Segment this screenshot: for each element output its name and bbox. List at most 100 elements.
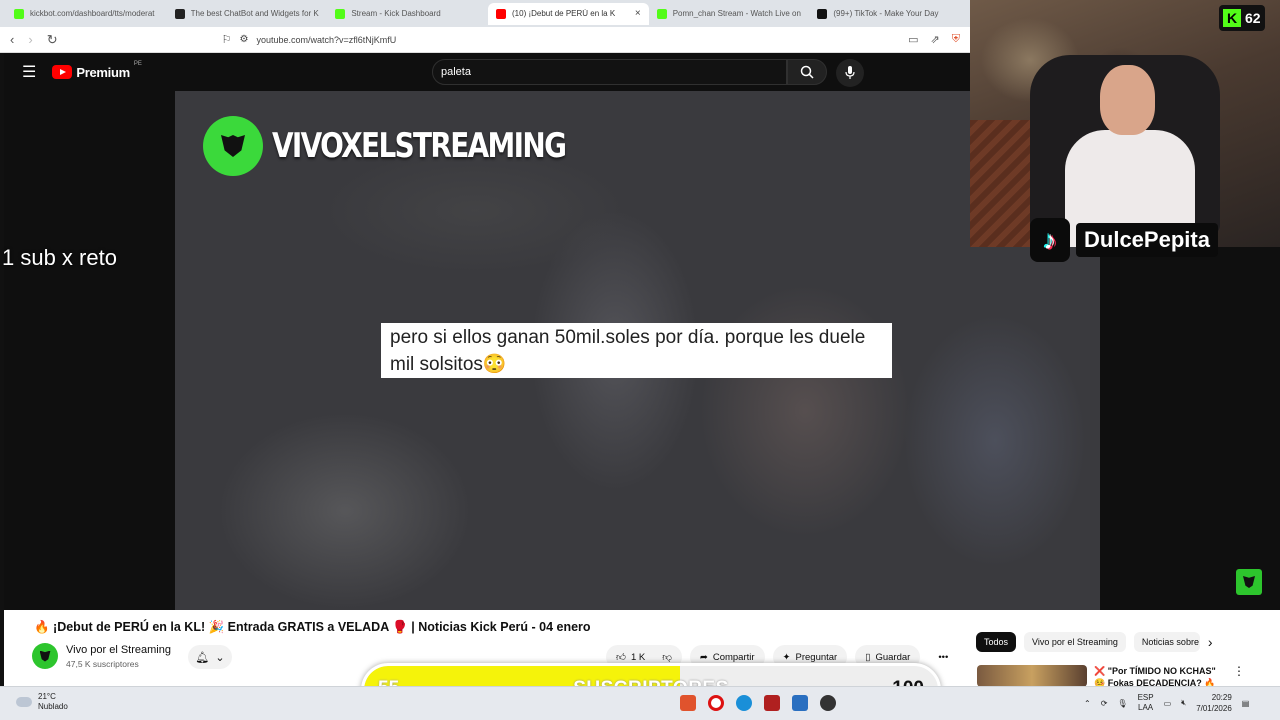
kick-icon	[335, 8, 346, 19]
search-input[interactable]: paleta	[432, 59, 787, 85]
menu-icon[interactable]: ☰	[22, 62, 36, 82]
tab-title: (10) ¡Debut de PERÚ en la K	[512, 9, 616, 18]
tab-title: Pomn_chan Stream - Watch Live on	[672, 9, 801, 18]
share-label: Compartir	[712, 651, 755, 663]
cloud-icon	[16, 697, 32, 707]
time: 20:29	[1211, 693, 1232, 702]
cast-icon[interactable]: ▭	[908, 33, 918, 46]
sparkle-icon: ✦	[782, 651, 791, 663]
tiktok-badge: ♪ DulcePepita	[1030, 218, 1218, 262]
chip-news[interactable]: Noticias sobre p	[1133, 632, 1200, 652]
notification-icon[interactable]: ▤	[1242, 699, 1250, 708]
video-title: 🔥 ¡Debut de PERÚ en la KL! 🎉 Entrada GRA…	[34, 620, 591, 634]
tiktok-username: DulcePepita	[1076, 223, 1218, 257]
browser-tab-active[interactable]: (10) ¡Debut de PERÚ en la K ×	[488, 2, 649, 25]
date: 7/01/2026	[1196, 704, 1232, 713]
microphone-icon[interactable]: 🎙︎	[1117, 699, 1127, 708]
sub-challenge-text: 1 sub x reto	[2, 245, 117, 270]
browser-tab[interactable]: The best ChatBot and Widgets for K	[167, 3, 328, 25]
tiktok-icon: ♪	[1030, 218, 1070, 262]
kick-logo-icon: K	[1223, 9, 1241, 27]
weather-text: 21°C Nublado	[38, 692, 68, 712]
share-icon: ➦	[699, 651, 708, 663]
address-bar: ‹ › ↻ ⚐ ⚙ youtube.com/watch?v=zfl6tNjKmf…	[0, 27, 970, 53]
share-icon[interactable]: ⇗	[931, 33, 940, 46]
bull-icon	[1243, 576, 1255, 588]
browser-tab[interactable]: Stream - Kick Dashboard	[327, 3, 488, 25]
edge-icon[interactable]	[736, 695, 752, 711]
browser-tab-bar: kickbot.com/dashboard/tts/moderat The be…	[0, 0, 970, 27]
brand-label: Premium	[76, 64, 130, 80]
webcam-feed	[970, 0, 1280, 247]
thumbs-up-icon: 👍︎	[616, 652, 626, 663]
corner-watermark	[1236, 569, 1262, 595]
browser-tab[interactable]: Pomn_chan Stream - Watch Live on	[649, 3, 810, 25]
recommended-thumbnail[interactable]	[977, 665, 1087, 687]
weather-widget[interactable]: 21°C Nublado	[16, 692, 68, 712]
more-icon: •••	[938, 651, 949, 663]
youtube-play-icon	[52, 65, 73, 79]
weather-condition: Nublado	[38, 702, 68, 711]
url-field[interactable]: ⚐ ⚙ youtube.com/watch?v=zfl6tNjKmfU	[222, 33, 895, 46]
more-actions-button[interactable]: •••	[928, 645, 958, 669]
viewer-count: 62	[1245, 10, 1261, 26]
language-indicator[interactable]: ESP LAA	[1138, 693, 1154, 713]
bell-icon: 🔔︎	[195, 651, 210, 664]
tts-message-box: pero si ellos ganan 50mil.soles por día.…	[381, 323, 892, 378]
clock[interactable]: 20:29 7/01/2026	[1196, 692, 1232, 714]
url-text[interactable]: youtube.com/watch?v=zfl6tNjKmfU	[256, 35, 396, 45]
more-vertical-icon[interactable]: ⋮	[1233, 664, 1245, 678]
windows-taskbar: 21°C Nublado ⌃ ⟳ 🎙︎ ESP LAA ▭ 🔇︎ 20:29 7…	[0, 686, 1280, 720]
chip-all[interactable]: Todos	[976, 632, 1017, 652]
store-icon[interactable]	[792, 695, 808, 711]
taskbar-apps	[680, 695, 836, 711]
forward-icon[interactable]: ›	[28, 32, 32, 47]
tab-title: kickbot.com/dashboard/tts/moderat	[30, 9, 155, 18]
system-tray: ⌃ ⟳ 🎙︎ ESP LAA ▭ 🔇︎ 20:29 7/01/2026 ▤	[1084, 692, 1249, 714]
sync-icon[interactable]: ⟳	[1101, 699, 1108, 708]
sidebar-background	[1100, 247, 1280, 610]
tab-title: (99+) TikTok - Make Your Day	[833, 9, 939, 18]
site-info-icon[interactable]: ⚙	[239, 34, 248, 45]
channel-name[interactable]: Vivo por el Streaming	[66, 644, 171, 656]
app-icon[interactable]	[764, 695, 780, 711]
tab-title: Stream - Kick Dashboard	[351, 9, 441, 18]
browser-tab[interactable]: (99+) TikTok - Make Your Day	[809, 3, 970, 25]
kick-icon	[14, 8, 24, 19]
reload-icon[interactable]: ↻	[47, 32, 58, 48]
thumbs-down-icon[interactable]: 👎︎	[662, 651, 672, 663]
back-icon[interactable]: ‹	[10, 32, 14, 47]
notifications-button[interactable]: 🔔︎ ⌄	[188, 645, 232, 669]
brave-icon[interactable]	[680, 695, 696, 711]
webcam-floor	[970, 120, 1030, 247]
youtube-logo[interactable]: Premium PE	[52, 61, 142, 80]
recommendation-chips: Todos Vivo por el Streaming Noticias sob…	[976, 632, 1213, 652]
chevron-down-icon: ⌄	[215, 651, 225, 664]
bull-icon	[221, 135, 245, 157]
channel-avatar[interactable]	[32, 643, 58, 669]
bookmark-icon[interactable]: ⚐	[222, 33, 232, 46]
bull-icon	[39, 650, 51, 662]
opera-icon[interactable]	[708, 695, 724, 711]
search-icon	[800, 65, 814, 79]
volume-muted-icon[interactable]: 🔇︎	[1181, 698, 1186, 708]
channel-subscribers: 47,5 K suscriptores	[66, 659, 139, 669]
bookmark-icon: ▯	[865, 651, 871, 663]
screen: kickbot.com/dashboard/tts/moderat The be…	[0, 0, 1280, 720]
chevron-up-icon[interactable]: ⌃	[1084, 699, 1091, 708]
brave-shield-icon[interactable]: ⛨	[952, 33, 960, 46]
close-tab-icon[interactable]: ×	[635, 8, 641, 19]
youtube-icon	[496, 8, 507, 19]
browser-tab[interactable]: kickbot.com/dashboard/tts/moderat	[6, 3, 167, 25]
github-icon	[174, 8, 185, 19]
save-label: Guardar	[875, 651, 911, 663]
language-code: ESP	[1137, 693, 1154, 702]
obs-icon[interactable]	[820, 695, 836, 711]
chip-channel[interactable]: Vivo por el Streaming	[1024, 632, 1126, 652]
network-icon[interactable]: ▭	[1164, 699, 1172, 708]
search-button[interactable]	[787, 59, 827, 85]
chevron-right-icon[interactable]: ›	[1208, 634, 1213, 650]
microphone-icon	[845, 66, 855, 79]
voice-search-button[interactable]	[836, 59, 864, 87]
streamer-face	[1100, 65, 1155, 135]
